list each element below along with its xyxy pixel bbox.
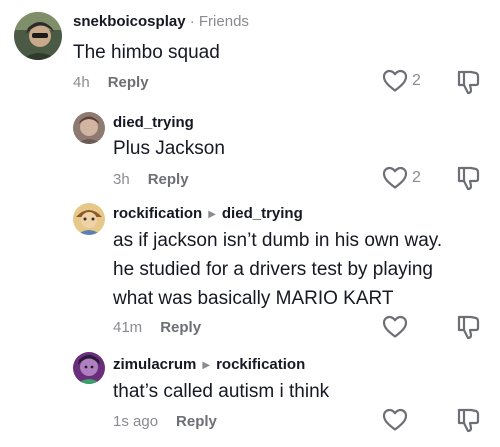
comment-meta: 3h Reply — [113, 171, 189, 188]
reply-to-username[interactable]: rockification — [216, 356, 305, 373]
comment-username[interactable]: died_trying — [113, 114, 194, 131]
comment-meta: 41m Reply — [113, 319, 201, 336]
thumbs-down-icon — [457, 70, 480, 95]
like-button[interactable] — [382, 315, 408, 339]
dislike-button[interactable] — [455, 314, 481, 345]
heart-icon — [382, 315, 408, 338]
dislike-button[interactable] — [455, 407, 481, 438]
comment-time: 1s ago — [113, 413, 159, 430]
comment-time: 4h — [73, 74, 90, 91]
reply-button[interactable]: Reply — [148, 171, 189, 188]
like-button[interactable] — [382, 408, 408, 432]
username-label[interactable]: died_trying — [113, 114, 194, 131]
like-count: 2 — [412, 169, 421, 186]
avatar[interactable] — [73, 112, 105, 144]
comment-text-line: as if jackson isn’t dumb in his own way. — [113, 230, 443, 251]
comment-username: rockification ▶ died_trying — [113, 205, 303, 222]
thumbs-down-icon — [457, 315, 480, 340]
avatar[interactable] — [73, 203, 105, 235]
comment-meta: 1s ago Reply — [113, 413, 217, 430]
reply-button[interactable]: Reply — [108, 74, 149, 91]
avatar[interactable] — [14, 12, 62, 60]
username-label[interactable]: rockification — [113, 205, 202, 222]
like-count: 2 — [412, 72, 421, 89]
reply-button[interactable]: Reply — [160, 319, 201, 336]
comment-text: Plus Jackson — [113, 138, 225, 159]
reply-button[interactable]: Reply — [176, 413, 217, 430]
comment-text-line: what was basically MARIO KART — [113, 288, 394, 309]
reply-to-username[interactable]: died_trying — [222, 205, 303, 222]
reply-arrow-icon: ▶ — [208, 209, 216, 220]
comment-text-line: he studied for a drivers test by playing — [113, 259, 434, 280]
avatar[interactable] — [73, 352, 105, 384]
username-label[interactable]: snekboicosplay — [73, 13, 186, 30]
thumbs-down-icon — [457, 408, 480, 433]
dislike-button[interactable] — [455, 165, 481, 196]
friends-badge: Friends — [198, 13, 249, 30]
heart-icon — [382, 69, 408, 92]
reply-arrow-icon: ▶ — [202, 360, 211, 371]
comment-text: that’s called autism i think — [113, 381, 330, 402]
heart-icon — [382, 408, 408, 431]
username-label[interactable]: zimulacrum — [113, 356, 196, 373]
comment-username[interactable]: snekboicosplay · Friends — [73, 13, 249, 30]
like-button[interactable]: 2 — [382, 166, 421, 190]
comment-text: The himbo squad — [73, 42, 220, 63]
heart-icon — [382, 166, 408, 189]
like-button[interactable]: 2 — [382, 69, 421, 93]
comment-username: zimulacrum ▶ rockification — [113, 356, 305, 373]
dislike-button[interactable] — [455, 69, 481, 100]
comment-time: 3h — [113, 171, 130, 188]
separator-dot: · — [185, 13, 199, 30]
comment-time: 41m — [113, 319, 143, 336]
thumbs-down-icon — [457, 166, 480, 191]
comment-meta: 4h Reply — [73, 74, 149, 91]
